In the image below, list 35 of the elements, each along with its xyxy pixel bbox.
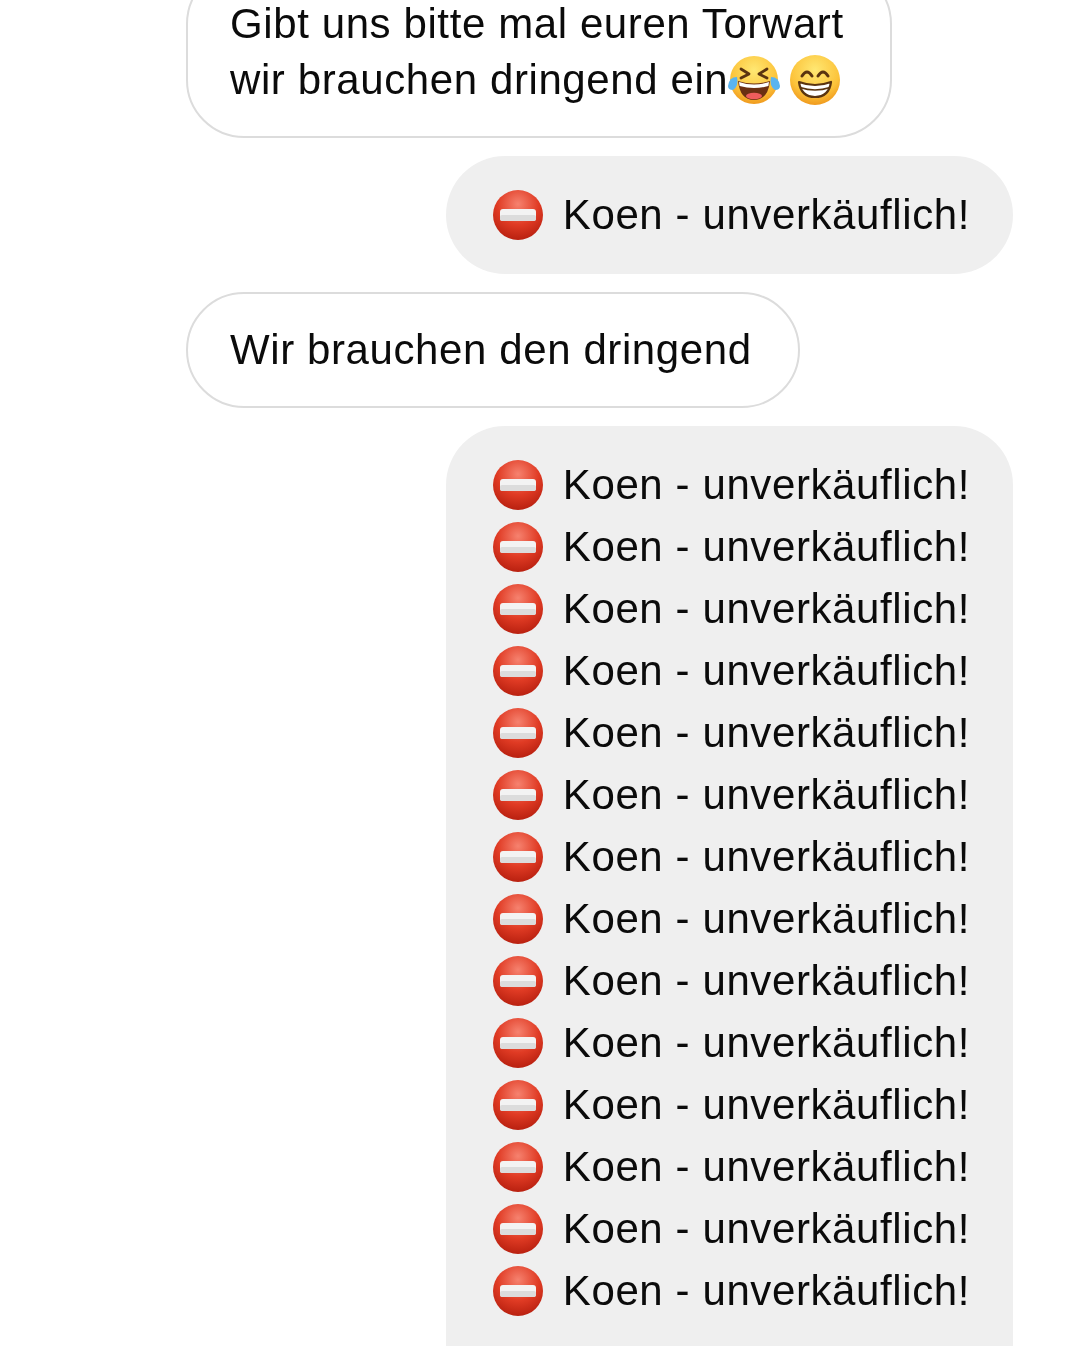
message-text: Koen - unverkäuflich! bbox=[562, 523, 970, 571]
message-text: Koen - unverkäuflich! bbox=[562, 1143, 970, 1191]
message-text: Koen - unverkäuflich! bbox=[562, 771, 970, 819]
no-entry-icon bbox=[492, 584, 543, 634]
message-text: Koen - unverkäuflich! bbox=[562, 1205, 970, 1253]
message-text: Koen - unverkäuflich! bbox=[562, 191, 970, 239]
message-text: Koen - unverkäuflich! bbox=[562, 957, 970, 1005]
no-entry-icon bbox=[492, 894, 543, 944]
no-entry-icon bbox=[492, 460, 543, 510]
message-text: Koen - unverkäuflich! bbox=[562, 461, 970, 509]
message-text: wir brauchen dringend ein bbox=[230, 56, 729, 104]
message-text: Koen - unverkäuflich! bbox=[562, 1019, 970, 1067]
message-text: Gibt uns bitte mal euren Torwart bbox=[230, 0, 844, 48]
message-text: Koen - unverkäuflich! bbox=[562, 709, 970, 757]
message-text: Koen - unverkäuflich! bbox=[562, 1267, 970, 1315]
no-entry-icon bbox=[492, 190, 543, 240]
no-entry-icon bbox=[492, 770, 543, 820]
no-entry-icon bbox=[492, 832, 543, 882]
grinning-face-icon bbox=[790, 55, 841, 105]
no-entry-icon bbox=[492, 1266, 543, 1316]
message-text: Koen - unverkäuflich! bbox=[562, 647, 970, 695]
laughing-tears-icon bbox=[728, 56, 781, 104]
no-entry-icon bbox=[492, 1080, 543, 1130]
no-entry-icon bbox=[492, 1142, 543, 1192]
no-entry-icon bbox=[492, 1018, 543, 1068]
no-entry-icon bbox=[492, 956, 543, 1006]
message-text: Koen - unverkäuflich! bbox=[562, 585, 970, 633]
message-text: Wir brauchen den dringend bbox=[230, 326, 752, 374]
message-text: Koen - unverkäuflich! bbox=[562, 833, 970, 881]
no-entry-icon bbox=[492, 646, 543, 696]
message-text: Koen - unverkäuflich! bbox=[562, 895, 970, 943]
no-entry-icon bbox=[492, 1204, 543, 1254]
no-entry-icon bbox=[492, 522, 543, 572]
message-text: Koen - unverkäuflich! bbox=[562, 1081, 970, 1129]
no-entry-icon bbox=[492, 708, 543, 758]
